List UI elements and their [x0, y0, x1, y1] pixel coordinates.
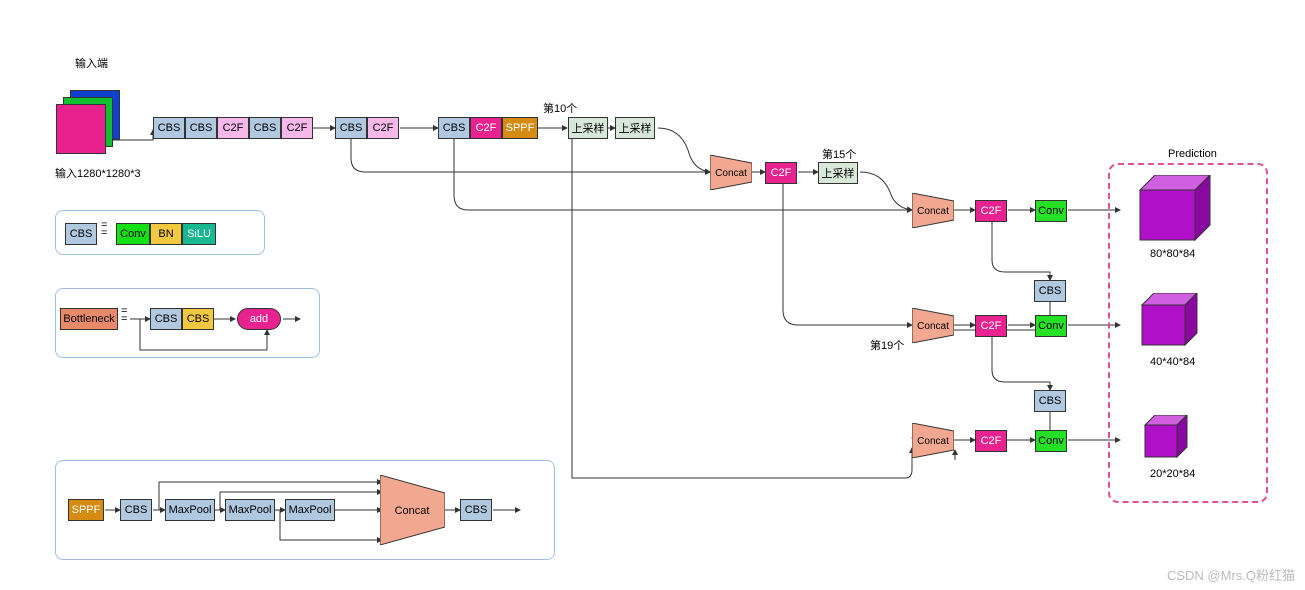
cbs-block: CBS — [1034, 390, 1066, 412]
c2f-block: C2F — [765, 162, 797, 184]
c2f-block: C2F — [975, 315, 1007, 337]
bottleneck-block: Bottleneck — [60, 308, 118, 330]
c2f-block: C2F — [367, 117, 399, 139]
maxpool-block: MaxPool — [225, 499, 275, 521]
conv-block: Conv — [1035, 200, 1067, 222]
svg-text:Concat: Concat — [395, 505, 430, 517]
input-title: 输入端 — [75, 55, 108, 71]
upsample-block: 上采样 — [818, 162, 858, 184]
note-19: 第19个 — [870, 337, 904, 353]
c2f-block: C2F — [975, 200, 1007, 222]
output-1-dims: 80*80*84 — [1150, 248, 1195, 260]
cbs-block: CBS — [153, 117, 185, 139]
c2f-block: C2F — [470, 117, 502, 139]
concat-block: Concat — [912, 308, 954, 343]
concat-block: Concat — [912, 423, 954, 458]
add-block: add — [237, 308, 281, 330]
cbs-block: CBS — [182, 308, 214, 330]
svg-text:Concat: Concat — [917, 436, 949, 447]
equals: = — [101, 219, 107, 231]
cbs-block: CBS — [1034, 280, 1066, 302]
equals: = — [121, 305, 127, 317]
conv-block: Conv — [1035, 315, 1067, 337]
note-15: 第15个 — [822, 146, 856, 162]
concat-block: Concat — [710, 155, 752, 190]
svg-text:Concat: Concat — [917, 206, 949, 217]
svg-text:Concat: Concat — [715, 168, 747, 179]
sppf-block: SPPF — [68, 499, 104, 521]
input-dims: 输入1280*1280*3 — [55, 165, 141, 181]
c2f-block: C2F — [217, 117, 249, 139]
concat-block: Concat — [912, 193, 954, 228]
silu-block: SiLU — [182, 223, 216, 245]
cbs-block: CBS — [335, 117, 367, 139]
cbs-block: CBS — [120, 499, 152, 521]
upsample-block: 上采样 — [615, 117, 655, 139]
upsample-block: 上采样 — [568, 117, 608, 139]
cbs-block: CBS — [460, 499, 492, 521]
output-cube-2 — [1130, 293, 1205, 353]
cbs-block: CBS — [249, 117, 281, 139]
sppf-block: SPPF — [502, 117, 538, 139]
c2f-block: C2F — [975, 430, 1007, 452]
prediction-title: Prediction — [1168, 148, 1217, 160]
maxpool-block: MaxPool — [285, 499, 335, 521]
output-2-dims: 40*40*84 — [1150, 356, 1195, 368]
cbs-block: CBS — [150, 308, 182, 330]
svg-text:Concat: Concat — [917, 321, 949, 332]
cbs-block: CBS — [65, 223, 97, 245]
cbs-block: CBS — [438, 117, 470, 139]
output-cube-1 — [1125, 175, 1215, 245]
watermark: CSDN @Mrs.Q粉红猫 — [1167, 565, 1295, 584]
maxpool-block: MaxPool — [165, 499, 215, 521]
bn-block: BN — [150, 223, 182, 245]
output-cube-3 — [1135, 415, 1195, 465]
cbs-block: CBS — [185, 117, 217, 139]
note-10: 第10个 — [543, 100, 577, 116]
concat-block: Concat — [380, 475, 445, 545]
conv-block: Conv — [1035, 430, 1067, 452]
c2f-block: C2F — [281, 117, 313, 139]
conv-block: Conv — [116, 223, 150, 245]
output-3-dims: 20*20*84 — [1150, 468, 1195, 480]
